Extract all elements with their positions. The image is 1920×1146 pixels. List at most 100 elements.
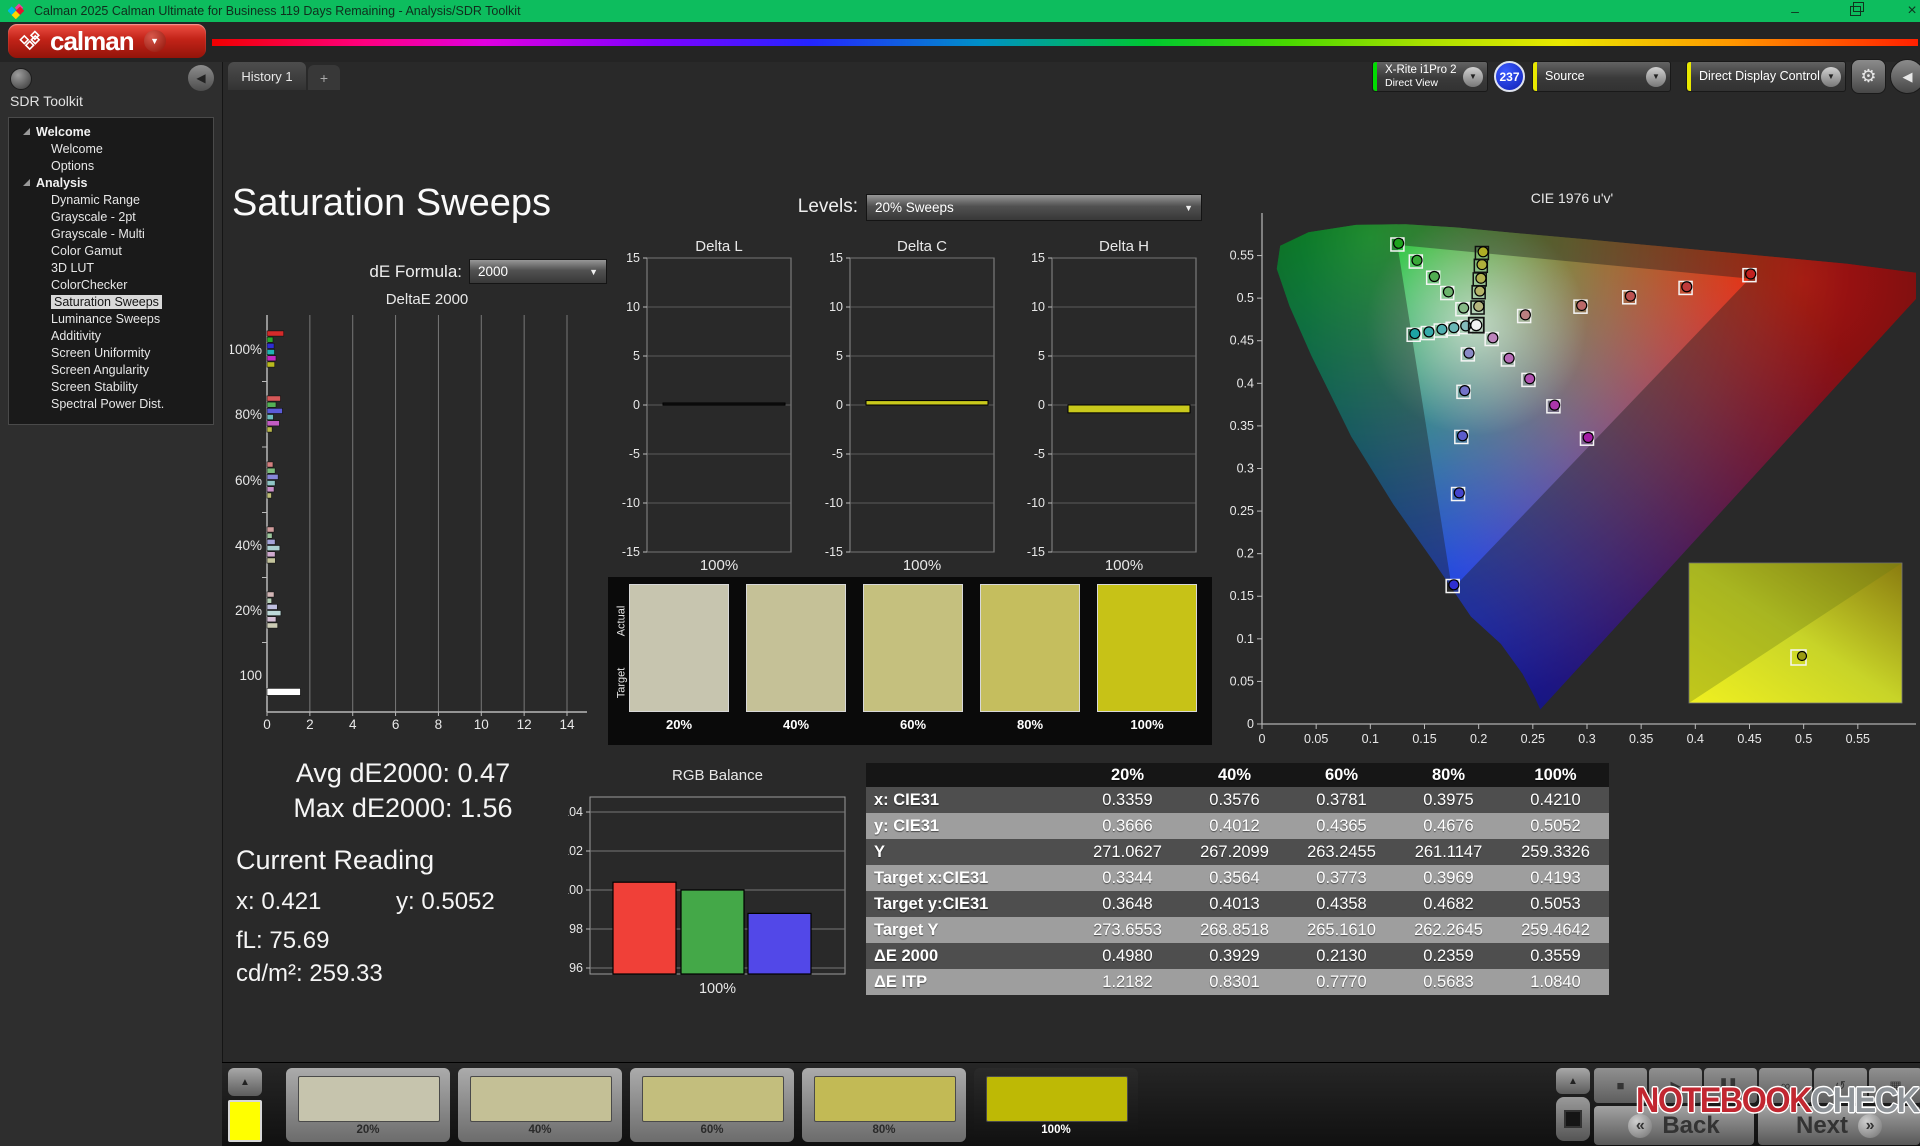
sample-button-60%[interactable]: 60% — [630, 1068, 794, 1142]
table-row: x: CIE310.33590.35760.37810.39750.4210 — [866, 787, 1609, 813]
svg-text:-5: -5 — [1034, 447, 1045, 461]
swatch-label-20%: 20% — [629, 717, 729, 732]
add-tab-button[interactable]: + — [308, 65, 340, 90]
sidebar-item-luminance-sweeps[interactable]: Luminance Sweeps — [9, 310, 213, 327]
minimize-button[interactable]: – — [1775, 0, 1815, 22]
sidebar-item-grayscale-2pt[interactable]: Grayscale - 2pt — [9, 208, 213, 225]
sidebar-item-additivity[interactable]: Additivity — [9, 327, 213, 344]
display-control-dropdown[interactable]: Direct Display Control ▼ — [1686, 61, 1846, 92]
table-row: ΔE 20000.49800.39290.21300.23590.3559 — [866, 943, 1609, 969]
spectrum-strip — [212, 39, 1918, 46]
calman-logo-button[interactable]: calman ▼ — [8, 24, 206, 58]
sidebar-item-screen-uniformity[interactable]: Screen Uniformity — [9, 344, 213, 361]
swatch-60% — [863, 584, 963, 712]
chevron-down-icon: ▼ — [1463, 67, 1483, 87]
sample-button-100%[interactable]: 100% — [974, 1068, 1138, 1142]
sidebar-item-spectral-power-dist-[interactable]: Spectral Power Dist. — [9, 395, 213, 412]
chevron-down-icon: ▼ — [150, 36, 159, 46]
sidebar-item-options[interactable]: Options — [9, 157, 213, 174]
sidebar-item-dynamic-range[interactable]: Dynamic Range — [9, 191, 213, 208]
svg-text:0.3: 0.3 — [1237, 461, 1254, 475]
stop-measure-button[interactable] — [1556, 1097, 1590, 1141]
back-button[interactable]: « Back — [1594, 1106, 1754, 1145]
sample-button-40%[interactable]: 40% — [458, 1068, 622, 1142]
calman-diamond-icon — [18, 28, 44, 54]
svg-text:-15: -15 — [1027, 545, 1045, 559]
svg-text:0.35: 0.35 — [1629, 732, 1653, 746]
svg-text:40%: 40% — [235, 538, 262, 553]
svg-text:0.55: 0.55 — [1230, 249, 1254, 263]
stop-button[interactable]: ■ — [1594, 1068, 1647, 1103]
tab-history-1[interactable]: History 1 — [228, 62, 306, 90]
svg-text:0.25: 0.25 — [1230, 504, 1254, 518]
svg-text:100%: 100% — [903, 557, 941, 574]
app-logo-icon — [8, 3, 24, 19]
table-row: y: CIE310.36660.40120.43650.46760.5052 — [866, 813, 1609, 839]
svg-text:0.25: 0.25 — [1521, 732, 1545, 746]
cie-1976-diagram: 000.050.050.10.10.150.150.20.20.250.250.… — [1224, 206, 1920, 754]
restore-button[interactable] — [1835, 0, 1875, 22]
sidebar-item-screen-stability[interactable]: Screen Stability — [9, 378, 213, 395]
swatch-20% — [629, 584, 729, 712]
svg-text:10: 10 — [1031, 300, 1045, 314]
logo-menu-button[interactable]: ▼ — [144, 30, 166, 52]
svg-text:0.35: 0.35 — [1230, 419, 1254, 433]
sidebar-knob-button[interactable] — [10, 68, 32, 90]
tree-group-analysis[interactable]: Analysis — [9, 174, 213, 191]
actual-row-label: Actual — [615, 606, 627, 637]
svg-text:0.5: 0.5 — [1237, 291, 1254, 305]
bottom-bar: ▲ 20%40%60%80%100% ▲ ■▶ ▌▌ ∞↺▦ « Back Next… — [222, 1062, 1920, 1146]
sample-button-80%[interactable]: 80% — [802, 1068, 966, 1142]
close-button[interactable]: × — [1892, 0, 1920, 22]
levels-select[interactable]: 20% Sweeps ▼ — [866, 194, 1202, 221]
window-title: Calman 2025 Calman Ultimate for Business… — [34, 4, 521, 18]
tree-group-welcome[interactable]: Welcome — [9, 123, 213, 140]
de-formula-label: dE Formula: — [330, 262, 462, 282]
sample-up-button[interactable]: ▲ — [228, 1068, 262, 1096]
current-reading-title: Current Reading — [236, 845, 434, 876]
grid-button[interactable]: ▦ — [1869, 1068, 1920, 1103]
svg-text:5: 5 — [633, 349, 640, 363]
sidebar-collapse-button[interactable]: ◀ — [188, 65, 214, 91]
sidebar-item-3d-lut[interactable]: 3D LUT — [9, 259, 213, 276]
svg-text:15: 15 — [626, 251, 640, 265]
pause-button[interactable]: ▌▌ — [1704, 1068, 1757, 1103]
svg-text:0.05: 0.05 — [1230, 674, 1254, 688]
svg-text:0.4: 0.4 — [1237, 376, 1254, 390]
pause-icon: ▌▌ — [1721, 1078, 1739, 1093]
svg-text:100: 100 — [239, 668, 262, 683]
sidebar-item-color-gamut[interactable]: Color Gamut — [9, 242, 213, 259]
stop-icon — [1564, 1110, 1582, 1128]
window-titlebar: Calman 2025 Calman Ultimate for Business… — [0, 0, 1920, 22]
svg-text:0.5: 0.5 — [1795, 732, 1812, 746]
source-dropdown[interactable]: Source ▼ — [1532, 61, 1671, 92]
meter-count-badge[interactable]: 237 — [1494, 61, 1525, 92]
loop-button[interactable]: ∞ — [1759, 1068, 1812, 1103]
header-band: calman ▼ — [0, 22, 1920, 62]
max-de2000-value: Max dE2000: 1.56 — [238, 793, 568, 824]
sidebar-item-screen-angularity[interactable]: Screen Angularity — [9, 361, 213, 378]
levels-label: Levels: — [690, 196, 858, 218]
meter-name: X-Rite i1Pro 2 — [1385, 64, 1457, 77]
sample-chip-80% — [814, 1076, 956, 1122]
settings-button[interactable]: ⚙ — [1851, 59, 1886, 94]
table-row: Target x:CIE310.33440.35640.37730.39690.… — [866, 865, 1609, 891]
table-col-100%: 100% — [1502, 763, 1609, 787]
svg-text:0.4: 0.4 — [1687, 732, 1704, 746]
svg-text:DeltaE 2000: DeltaE 2000 — [386, 291, 469, 308]
sidebar-item-saturation-sweeps[interactable]: Saturation Sweeps — [9, 293, 213, 310]
source-status-stripe — [1533, 62, 1537, 91]
plus-icon: + — [320, 70, 328, 86]
sidebar-item-grayscale-multi[interactable]: Grayscale - Multi — [9, 225, 213, 242]
panel-collapse-button[interactable]: ◀ — [1890, 59, 1920, 94]
meter-dropdown[interactable]: X-Rite i1Pro 2 Direct View ▼ — [1372, 61, 1488, 92]
next-button[interactable]: Next » — [1758, 1106, 1920, 1145]
refresh-button[interactable]: ↺ — [1814, 1068, 1867, 1103]
transport-up-button[interactable]: ▲ — [1556, 1068, 1590, 1094]
sidebar-item-colorchecker[interactable]: ColorChecker — [9, 276, 213, 293]
table-col-80%: 80% — [1395, 763, 1502, 787]
sample-button-20%[interactable]: 20% — [286, 1068, 450, 1142]
de-formula-select[interactable]: 2000 ▼ — [469, 259, 607, 284]
sidebar-item-welcome[interactable]: Welcome — [9, 140, 213, 157]
play-button[interactable]: ▶ — [1649, 1068, 1702, 1103]
